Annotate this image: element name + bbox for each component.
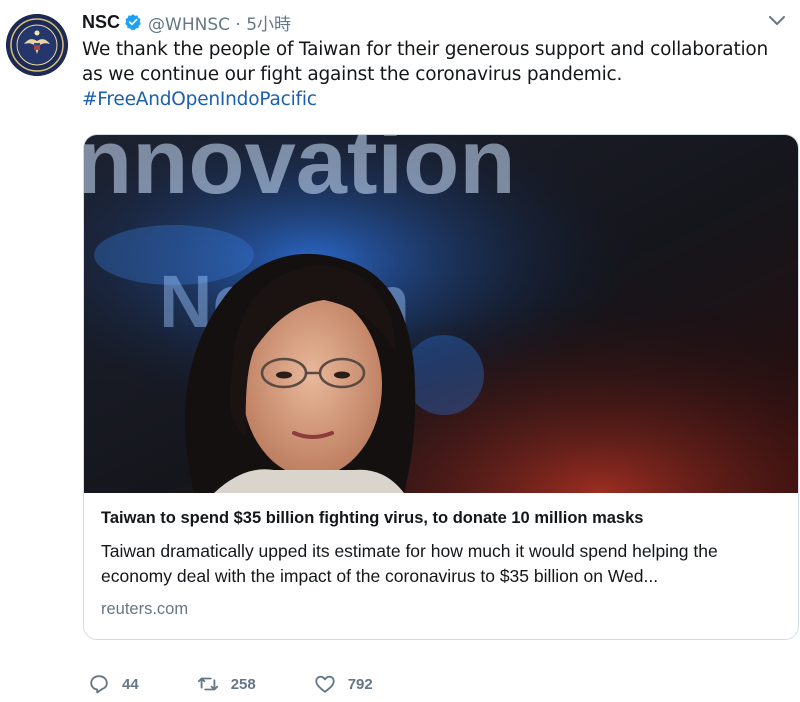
retweet-count: 258: [230, 675, 256, 693]
reply-icon: [90, 675, 108, 694]
retweet-button[interactable]: 258: [197, 673, 256, 695]
chevron-down-icon[interactable]: [768, 14, 786, 28]
handle-and-timestamp[interactable]: @WHNSC · 5小時: [148, 10, 291, 35]
avatar[interactable]: [6, 14, 68, 76]
tweet-header: NSC @WHNSC · 5小時: [82, 10, 291, 35]
card-image: nnovation Nevern: [84, 135, 798, 493]
card-description: Taiwan dramatically upped its estimate f…: [101, 541, 718, 586]
hashtag-link[interactable]: #FreeAndOpenIndoPacific: [82, 87, 317, 112]
reply-button[interactable]: 44: [88, 673, 139, 695]
card-domain: reuters.com: [101, 600, 189, 618]
link-card[interactable]: nnovation Nevern Taiwan to spend $35 bil…: [83, 134, 799, 640]
card-image-text-top: nnovation: [84, 135, 516, 213]
author-name[interactable]: NSC: [82, 12, 120, 33]
retweet-icon: [197, 677, 218, 691]
reply-count: 44: [122, 675, 139, 693]
like-count: 792: [347, 675, 373, 693]
heart-icon: [315, 675, 335, 693]
like-button[interactable]: 792: [314, 673, 373, 695]
presidential-seal-icon: [6, 14, 68, 76]
card-title: Taiwan to spend $35 billion fighting vir…: [101, 509, 644, 527]
verified-badge-icon: [124, 13, 142, 31]
tweet-actions: 44 258 792: [88, 670, 431, 698]
tweet-text: We thank the people of Taiwan for their …: [82, 39, 769, 85]
